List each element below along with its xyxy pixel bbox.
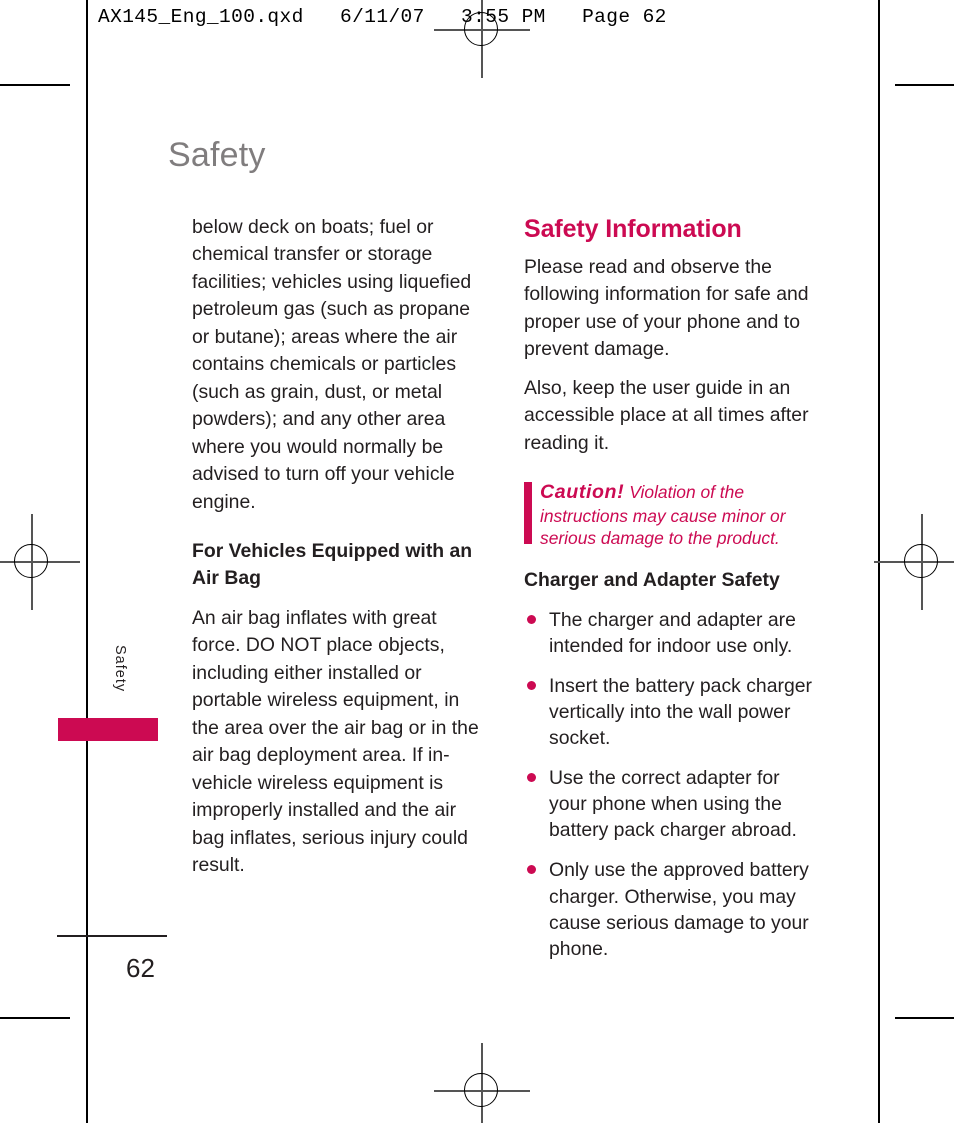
side-tab-bar [58, 718, 158, 741]
list-item: Insert the battery pack charger vertical… [524, 673, 812, 751]
crop-mark-bottom-left-vertical [86, 1035, 88, 1123]
crop-mark-top-right-vertical [878, 0, 880, 68]
list-item-text: Insert the battery pack charger vertical… [549, 674, 812, 750]
list-item-text: Only use the approved battery charger. O… [549, 859, 809, 960]
side-tab-label: Safety [112, 645, 128, 693]
document-page: AX145_Eng_100.qxd 6/11/07 3:55 PM Page 6… [0, 0, 954, 1123]
page-edge-left [86, 68, 88, 1035]
list-item-text: Use the correct adapter for your phone w… [549, 767, 797, 842]
page-number: 62 [126, 953, 155, 983]
caution-label: Caution! [540, 481, 625, 504]
airbag-paragraph: An air bag inflates with great force. DO… [192, 606, 479, 876]
crop-mark-bottom-left-horizontal [0, 1017, 70, 1019]
left-text-column: below deck on boats; fuel or chemical tr… [192, 214, 480, 890]
airbag-subheading: For Vehicles Equipped with an Air Bag [192, 539, 473, 590]
crop-mark-bottom-right-vertical [878, 1035, 880, 1123]
crop-mark-top-left-horizontal [0, 84, 70, 86]
list-item: The charger and adapter are intended for… [524, 607, 812, 659]
list-item-text: The charger and adapter are intended for… [549, 608, 796, 657]
print-header-text: AX145_Eng_100.qxd 6/11/07 3:55 PM Page 6… [98, 6, 667, 28]
crop-mark-top-left-vertical [86, 0, 88, 68]
crop-mark-bottom-right-horizontal [895, 1017, 954, 1019]
list-item: Use the correct adapter for your phone w… [524, 765, 812, 843]
crop-mark-top-right-horizontal [895, 84, 954, 86]
list-item: Only use the approved battery charger. O… [524, 857, 812, 961]
bullet-dot-icon [527, 865, 536, 875]
charger-safety-bullet-list: The charger and adapter are intended for… [524, 607, 812, 962]
safety-paragraph-2: Also, keep the user guide in an accessib… [524, 376, 809, 454]
caution-callout: Caution! Violation of the instructions ma… [524, 480, 812, 549]
bullet-dot-icon [527, 680, 536, 690]
continued-paragraph: below deck on boats; fuel or chemical tr… [192, 216, 472, 513]
registration-mark-right [874, 514, 954, 610]
bullet-dot-icon [527, 773, 536, 783]
registration-mark-bottom [434, 1043, 530, 1123]
safety-information-heading: Safety Information [524, 215, 742, 243]
charger-safety-heading: Charger and Adapter Safety [524, 569, 780, 592]
page-edge-right [878, 68, 880, 1035]
safety-paragraph-1: Please read and observe the following in… [524, 256, 809, 361]
bullet-dot-icon [527, 614, 536, 624]
registration-mark-left [0, 514, 80, 610]
right-text-column: Safety Information Please read and obser… [524, 214, 812, 976]
page-title: Safety [168, 136, 266, 174]
folio-rule [57, 935, 167, 937]
